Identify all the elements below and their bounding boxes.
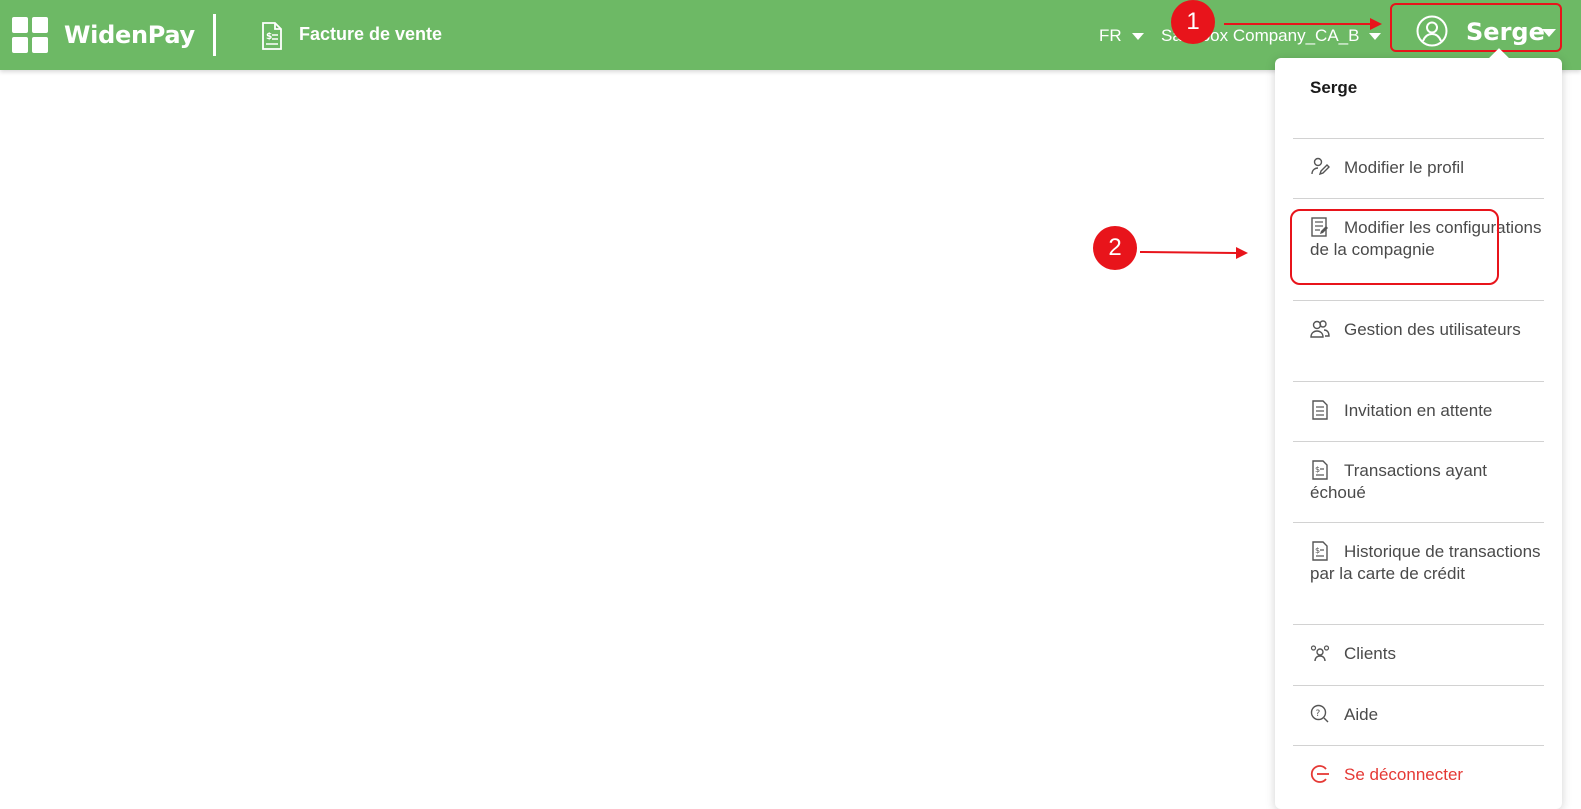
header-divider	[213, 14, 216, 56]
menu-item-pending-invitation[interactable]: Invitation en attente	[1293, 381, 1544, 441]
chevron-down-icon	[1131, 33, 1144, 41]
menu-item-credit-card-history[interactable]: $ Historique de transactions par la carte…	[1293, 522, 1544, 624]
callout-badge-2: 2	[1093, 226, 1137, 270]
invitation-doc-icon	[1312, 400, 1328, 420]
highlight-box-company-settings	[1290, 209, 1499, 285]
menu-item-logout[interactable]: Se déconnecter	[1293, 745, 1544, 805]
user-avatar-icon	[1416, 15, 1448, 47]
clients-icon	[1310, 645, 1330, 662]
menu-item-user-management[interactable]: Gestion des utilisateurs	[1293, 300, 1544, 381]
help-icon: ?	[1310, 704, 1329, 723]
menu-item-edit-profile[interactable]: Modifier le profil	[1293, 138, 1544, 198]
user-edit-icon	[1311, 157, 1330, 176]
menu-item-label: Clients	[1344, 644, 1396, 663]
menu-item-label: Invitation en attente	[1344, 401, 1493, 420]
menu-item-failed-transactions[interactable]: $ Transactions ayant échoué	[1293, 441, 1544, 522]
menu-item-label: Modifier le profil	[1344, 158, 1464, 177]
chevron-down-icon	[1369, 33, 1382, 41]
menu-item-clients[interactable]: Clients	[1293, 624, 1544, 685]
apps-grid-icon[interactable]	[12, 17, 48, 53]
svg-text:?: ?	[1316, 709, 1321, 719]
svg-text:$: $	[266, 32, 272, 42]
user-dropdown-menu: Serge Modifier le profil Modifier les co…	[1275, 48, 1562, 809]
language-selector[interactable]: FR	[1099, 26, 1144, 46]
language-label: FR	[1099, 26, 1122, 45]
menu-item-label: Gestion des utilisateurs	[1344, 320, 1521, 339]
svg-text:$: $	[1315, 465, 1320, 474]
dropdown-username: Serge	[1310, 78, 1358, 97]
menu-item-label: Transactions ayant échoué	[1310, 461, 1487, 502]
page-title: Facture de vente	[299, 24, 443, 44]
menu-item-label: Historique de transactions par la carte …	[1310, 542, 1541, 583]
invoice-document-icon: $	[262, 22, 282, 50]
failed-transactions-icon: $	[1312, 460, 1328, 480]
menu-item-label: Se déconnecter	[1344, 765, 1464, 784]
credit-history-icon: $	[1312, 541, 1328, 561]
menu-item-label: Aide	[1344, 705, 1379, 724]
users-icon	[1310, 320, 1330, 338]
user-menu-button[interactable]: Serge	[1390, 3, 1562, 52]
user-name: Serge	[1466, 18, 1545, 46]
callout-arrow-2	[1139, 247, 1248, 259]
callout-badge-1: 1	[1171, 0, 1215, 44]
svg-text:$: $	[1315, 546, 1320, 555]
callout-arrow-1	[1224, 18, 1382, 30]
logout-icon	[1310, 765, 1329, 783]
chevron-down-icon	[1542, 29, 1556, 37]
menu-item-help[interactable]: ? Aide	[1293, 685, 1544, 745]
brand-logo-text[interactable]: WidenPay	[64, 21, 195, 49]
